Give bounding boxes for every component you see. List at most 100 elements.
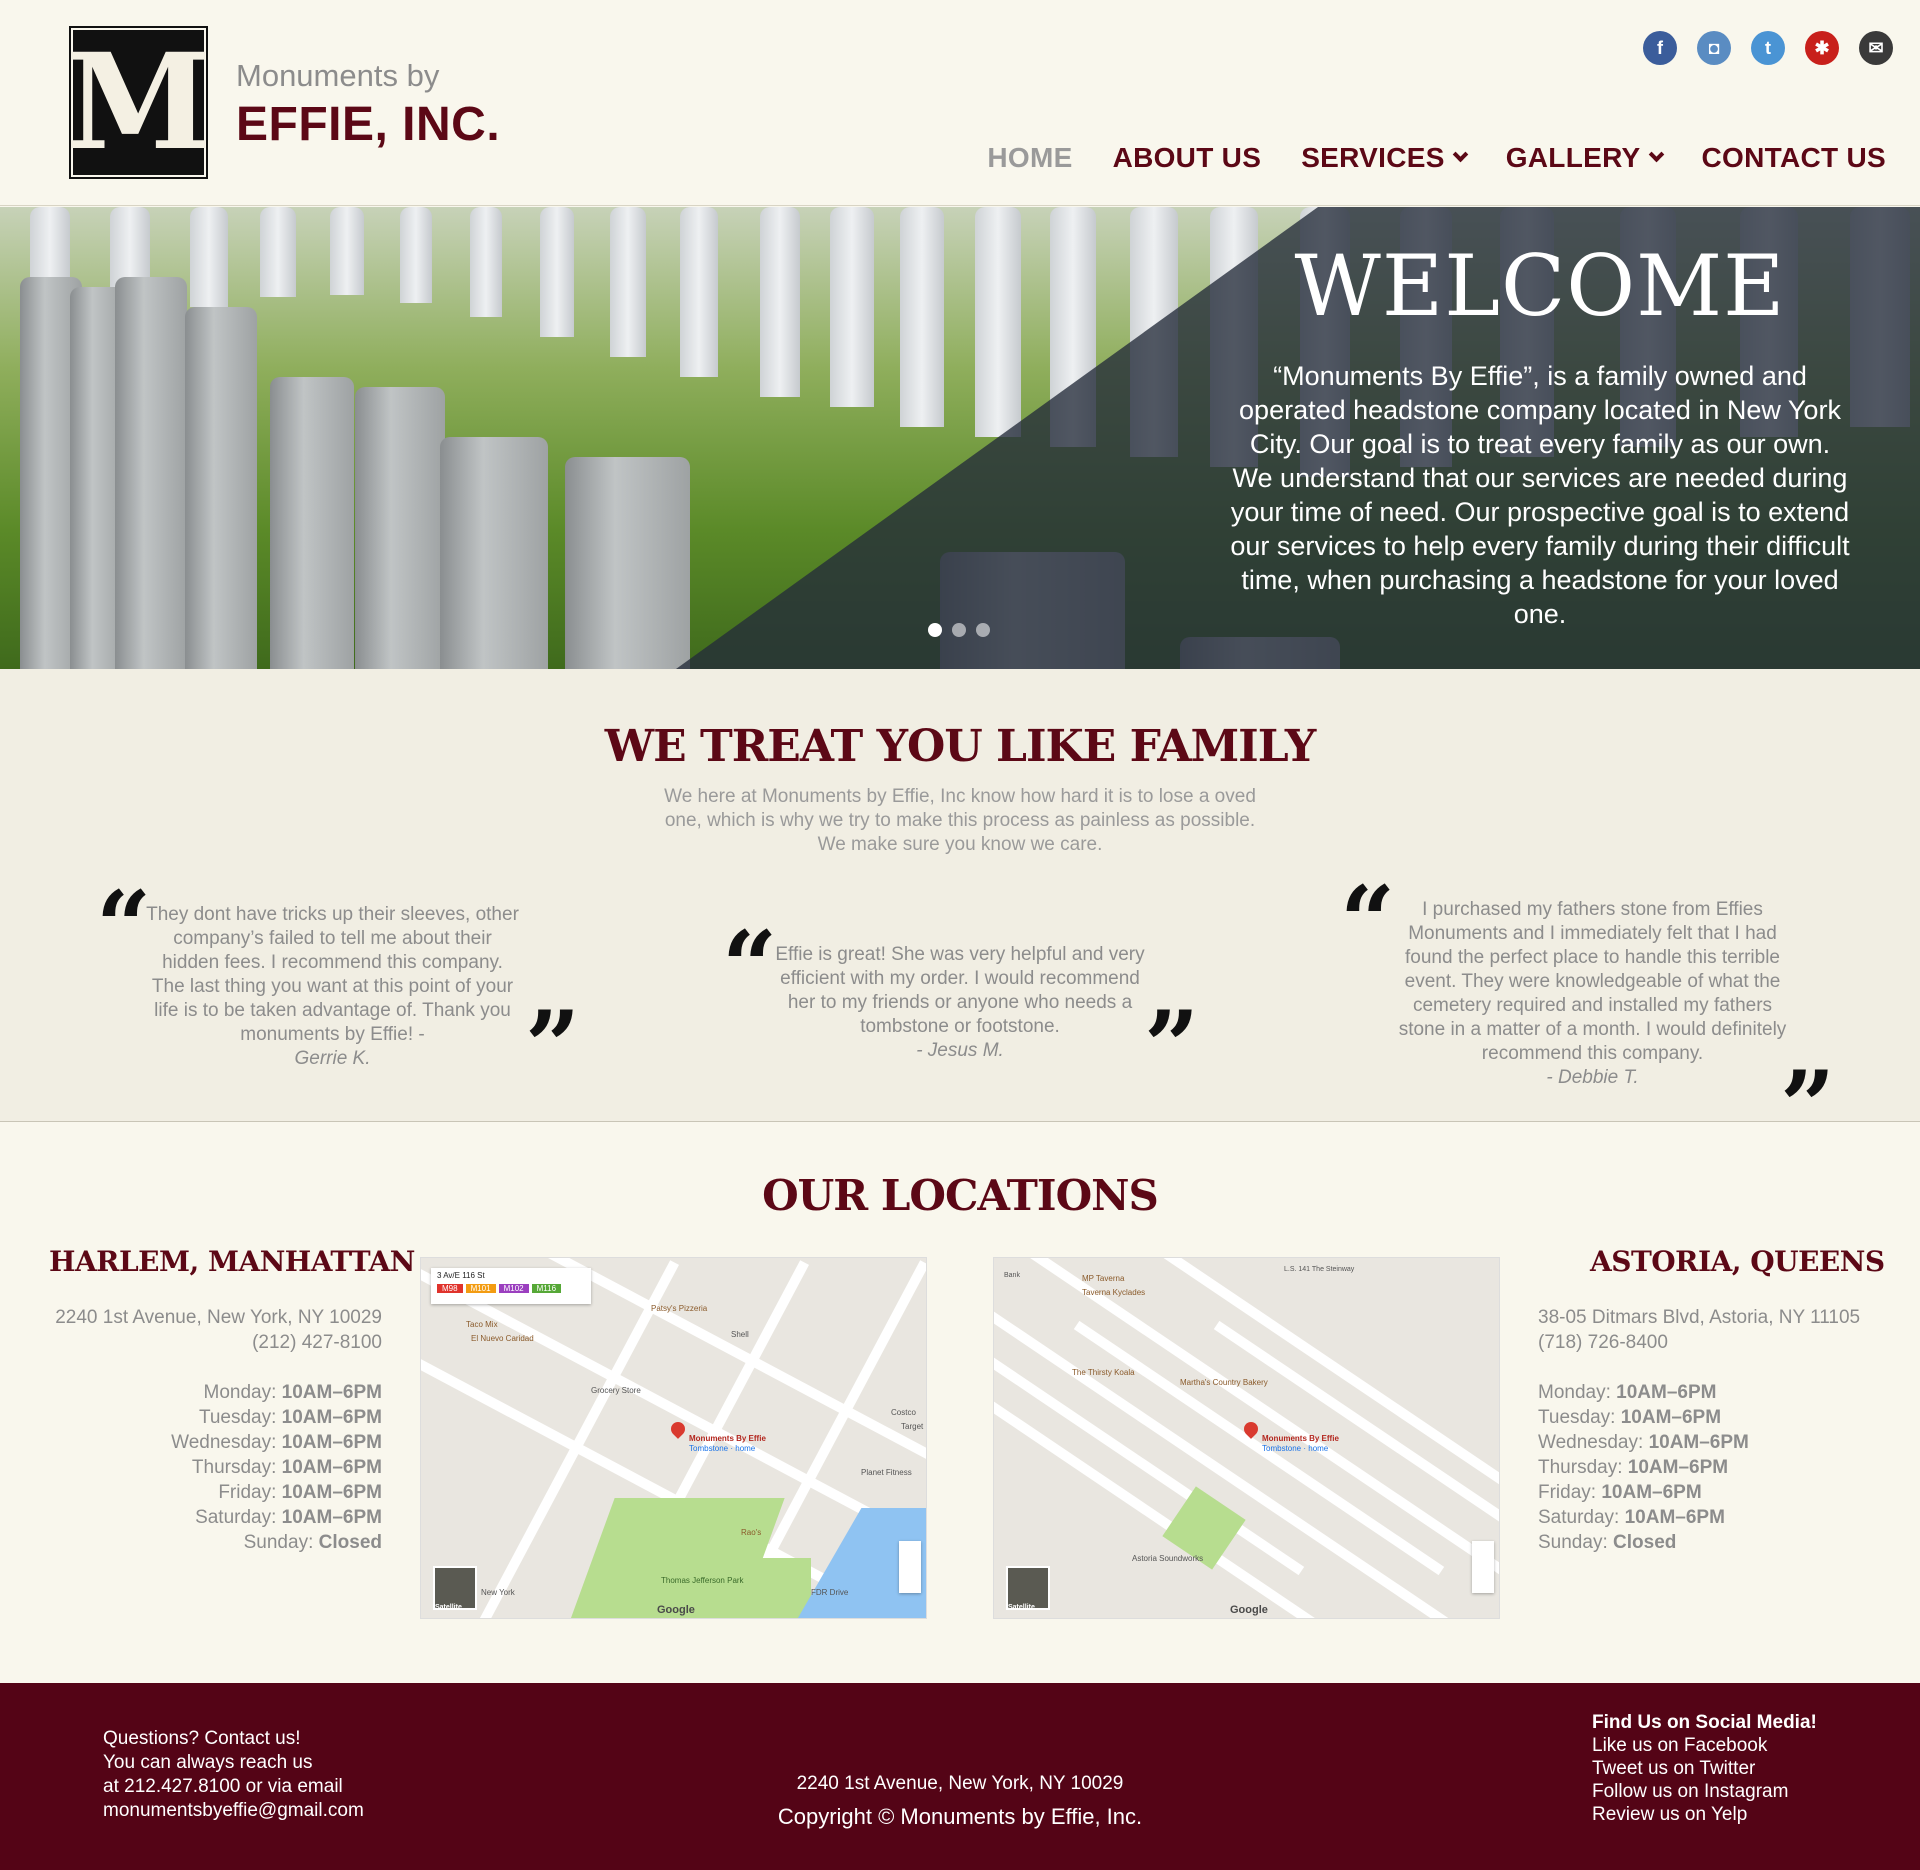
slider-dot-2[interactable] <box>952 623 966 637</box>
location-phone[interactable]: (212) 427-8100 <box>20 1330 382 1355</box>
map-place: Bank <box>1004 1272 1020 1279</box>
slider-dot-3[interactable] <box>976 623 990 637</box>
map-pin-sublabel: Tombstone · home <box>1262 1444 1329 1453</box>
slider-dots <box>928 623 990 637</box>
hours-row: Saturday: 10AM–6PM <box>195 1507 382 1528</box>
twitter-icon[interactable]: t <box>1751 31 1785 65</box>
chevron-down-icon <box>1648 146 1664 162</box>
brand-tagline[interactable]: Monuments by <box>236 58 439 94</box>
map-place: Target <box>901 1422 924 1431</box>
map-place: Shell <box>731 1330 749 1339</box>
map-zoom-controls[interactable] <box>1472 1541 1494 1593</box>
testimonial-author: Gerrie K. <box>294 1048 371 1069</box>
testimonial-text: I purchased my fathers stone from Effies… <box>1398 899 1787 1064</box>
site-header: M Monuments by EFFIE, INC. f ◘ t ✱ ✉ HOM… <box>0 0 1920 206</box>
hours-row: Thursday: 10AM–6PM <box>1538 1457 1729 1478</box>
nav-contact[interactable]: CONTACT US <box>1702 142 1886 174</box>
instagram-icon[interactable]: ◘ <box>1697 31 1731 65</box>
email-icon[interactable]: ✉ <box>1859 31 1893 65</box>
bus-route: M116 <box>531 1284 562 1293</box>
nav-home[interactable]: HOME <box>987 142 1072 174</box>
testimonial-1: They dont have tricks up their sleeves, … <box>145 903 520 1071</box>
map-satellite-label: Satellite <box>435 1604 462 1611</box>
chevron-down-icon <box>1452 146 1468 162</box>
hours-row: Sunday: Closed <box>243 1532 382 1553</box>
facebook-icon[interactable]: f <box>1643 31 1677 65</box>
footer-social-heading: Find Us on Social Media! <box>1592 1712 1817 1733</box>
footer-yelp-link[interactable]: Review us on Yelp <box>1592 1803 1817 1826</box>
main-nav: HOME ABOUT US SERVICES GALLERY CONTACT U… <box>987 142 1886 174</box>
footer-instagram-link[interactable]: Follow us on Instagram <box>1592 1780 1817 1803</box>
close-quote-icon: ” <box>525 990 581 1103</box>
location-phone[interactable]: (718) 726-8400 <box>1538 1330 1918 1355</box>
hours-list: Monday: 10AM–6PM Tuesday: 10AM–6PM Wedne… <box>20 1380 382 1555</box>
map-harlem[interactable]: 3 Av/E 116 St M98 M101 M102 M116 Taco Mi… <box>420 1257 927 1619</box>
hours-row: Tuesday: 10AM–6PM <box>198 1407 382 1428</box>
testimonials-section: WE TREAT YOU LIKE FAMILY We here at Monu… <box>0 669 1920 1155</box>
footer-twitter-link[interactable]: Tweet us on Twitter <box>1592 1757 1817 1780</box>
map-place: Grocery Store <box>591 1386 641 1395</box>
testimonial-text: They dont have tricks up their sleeves, … <box>146 904 519 1045</box>
hours-row: Wednesday: 10AM–6PM <box>171 1432 382 1453</box>
logo[interactable]: M <box>65 26 212 179</box>
map-astoria[interactable]: Bank MP Taverna Taverna Kyclades The Thi… <box>993 1257 1500 1619</box>
map-place: MP Taverna <box>1082 1274 1125 1283</box>
map-place: Taverna Kyclades <box>1082 1288 1146 1297</box>
map-pin-icon[interactable] <box>668 1419 688 1439</box>
open-quote-icon: “ <box>722 910 778 1023</box>
map-place: L.S. 141 The Steinway <box>1284 1266 1355 1273</box>
section-title: OUR LOCATIONS <box>762 1171 1159 1220</box>
hours-row: Saturday: 10AM–6PM <box>1538 1507 1725 1528</box>
map-pin-label: Monuments By Effie <box>689 1434 766 1443</box>
map-search-label: 3 Av/E 116 St <box>437 1271 485 1280</box>
map-google-logo: Google <box>657 1604 695 1616</box>
open-quote-icon: “ <box>1340 865 1396 978</box>
nav-about[interactable]: ABOUT US <box>1113 142 1262 174</box>
hero-description: “Monuments By Effie”, is a family owned … <box>1230 361 1850 629</box>
location-info-astoria: 38-05 Ditmars Blvd, Astoria, NY 11105 (7… <box>1538 1305 1918 1555</box>
map-place: El Nuevo Caridad <box>471 1334 534 1343</box>
map-place: Taco Mix <box>466 1320 498 1329</box>
map-place: Rao's <box>741 1528 762 1537</box>
testimonial-author: - Debbie T. <box>1546 1067 1639 1088</box>
locations-section: OUR LOCATIONS HARLEM, MANHATTAN 2240 1st… <box>0 1123 1920 1683</box>
close-quote-icon: ” <box>1144 990 1200 1103</box>
map-place: The Thirsty Koala <box>1072 1368 1135 1377</box>
testimonial-3: I purchased my fathers stone from Effies… <box>1395 898 1790 1090</box>
nav-about-label: ABOUT US <box>1112 142 1262 173</box>
map-place: Thomas Jefferson Park <box>661 1576 744 1585</box>
bus-route: M101 <box>465 1284 496 1293</box>
nav-services[interactable]: SERVICES <box>1301 142 1468 174</box>
hours-row: Tuesday: 10AM–6PM <box>1538 1407 1722 1428</box>
hours-row: Wednesday: 10AM–6PM <box>1538 1432 1749 1453</box>
map-place: Patsy's Pizzeria <box>651 1304 708 1313</box>
map-google-logo: Google <box>1230 1604 1268 1616</box>
yelp-icon[interactable]: ✱ <box>1805 31 1839 65</box>
slider-dot-1[interactable] <box>928 623 942 637</box>
map-place: FDR Drive <box>811 1588 849 1597</box>
testimonial-2: Effie is great! She was very helpful and… <box>775 943 1145 1063</box>
location-address: 38-05 Ditmars Blvd, Astoria, NY 11105 <box>1538 1307 1861 1328</box>
brand-name[interactable]: EFFIE, INC. <box>236 97 500 152</box>
testimonial-text: Effie is great! She was very helpful and… <box>775 944 1145 1037</box>
hours-row: Thursday: 10AM–6PM <box>191 1457 382 1478</box>
location-info-harlem: 2240 1st Avenue, New York, NY 10029 (212… <box>20 1305 382 1555</box>
logo-letter: M <box>65 24 212 180</box>
footer-social: Find Us on Social Media! Like us on Face… <box>1592 1711 1817 1826</box>
footer-facebook-link[interactable]: Like us on Facebook <box>1592 1734 1817 1757</box>
hero-slider: WELCOME “Monuments By Effie”, is a famil… <box>0 207 1920 669</box>
map-zoom-controls[interactable] <box>899 1541 921 1593</box>
section-title: WE TREAT YOU LIKE FAMILY <box>604 721 1317 772</box>
map-pin-label: Monuments By Effie <box>1262 1434 1339 1443</box>
nav-gallery-label: GALLERY <box>1505 142 1641 173</box>
hours-row: Monday: 10AM–6PM <box>203 1382 382 1403</box>
hero-title: WELCOME <box>1294 237 1786 335</box>
map-place: Astoria Soundworks <box>1132 1554 1204 1563</box>
hours-row: Sunday: Closed <box>1538 1532 1677 1553</box>
social-icons: f ◘ t ✱ ✉ <box>1643 31 1893 65</box>
open-quote-icon: “ <box>96 870 152 983</box>
map-pin-sublabel: Tombstone · home <box>689 1444 756 1453</box>
section-intro: We here at Monuments by Effie, Inc know … <box>664 786 1256 855</box>
nav-gallery[interactable]: GALLERY <box>1505 142 1664 174</box>
hours-row: Friday: 10AM–6PM <box>218 1482 382 1503</box>
